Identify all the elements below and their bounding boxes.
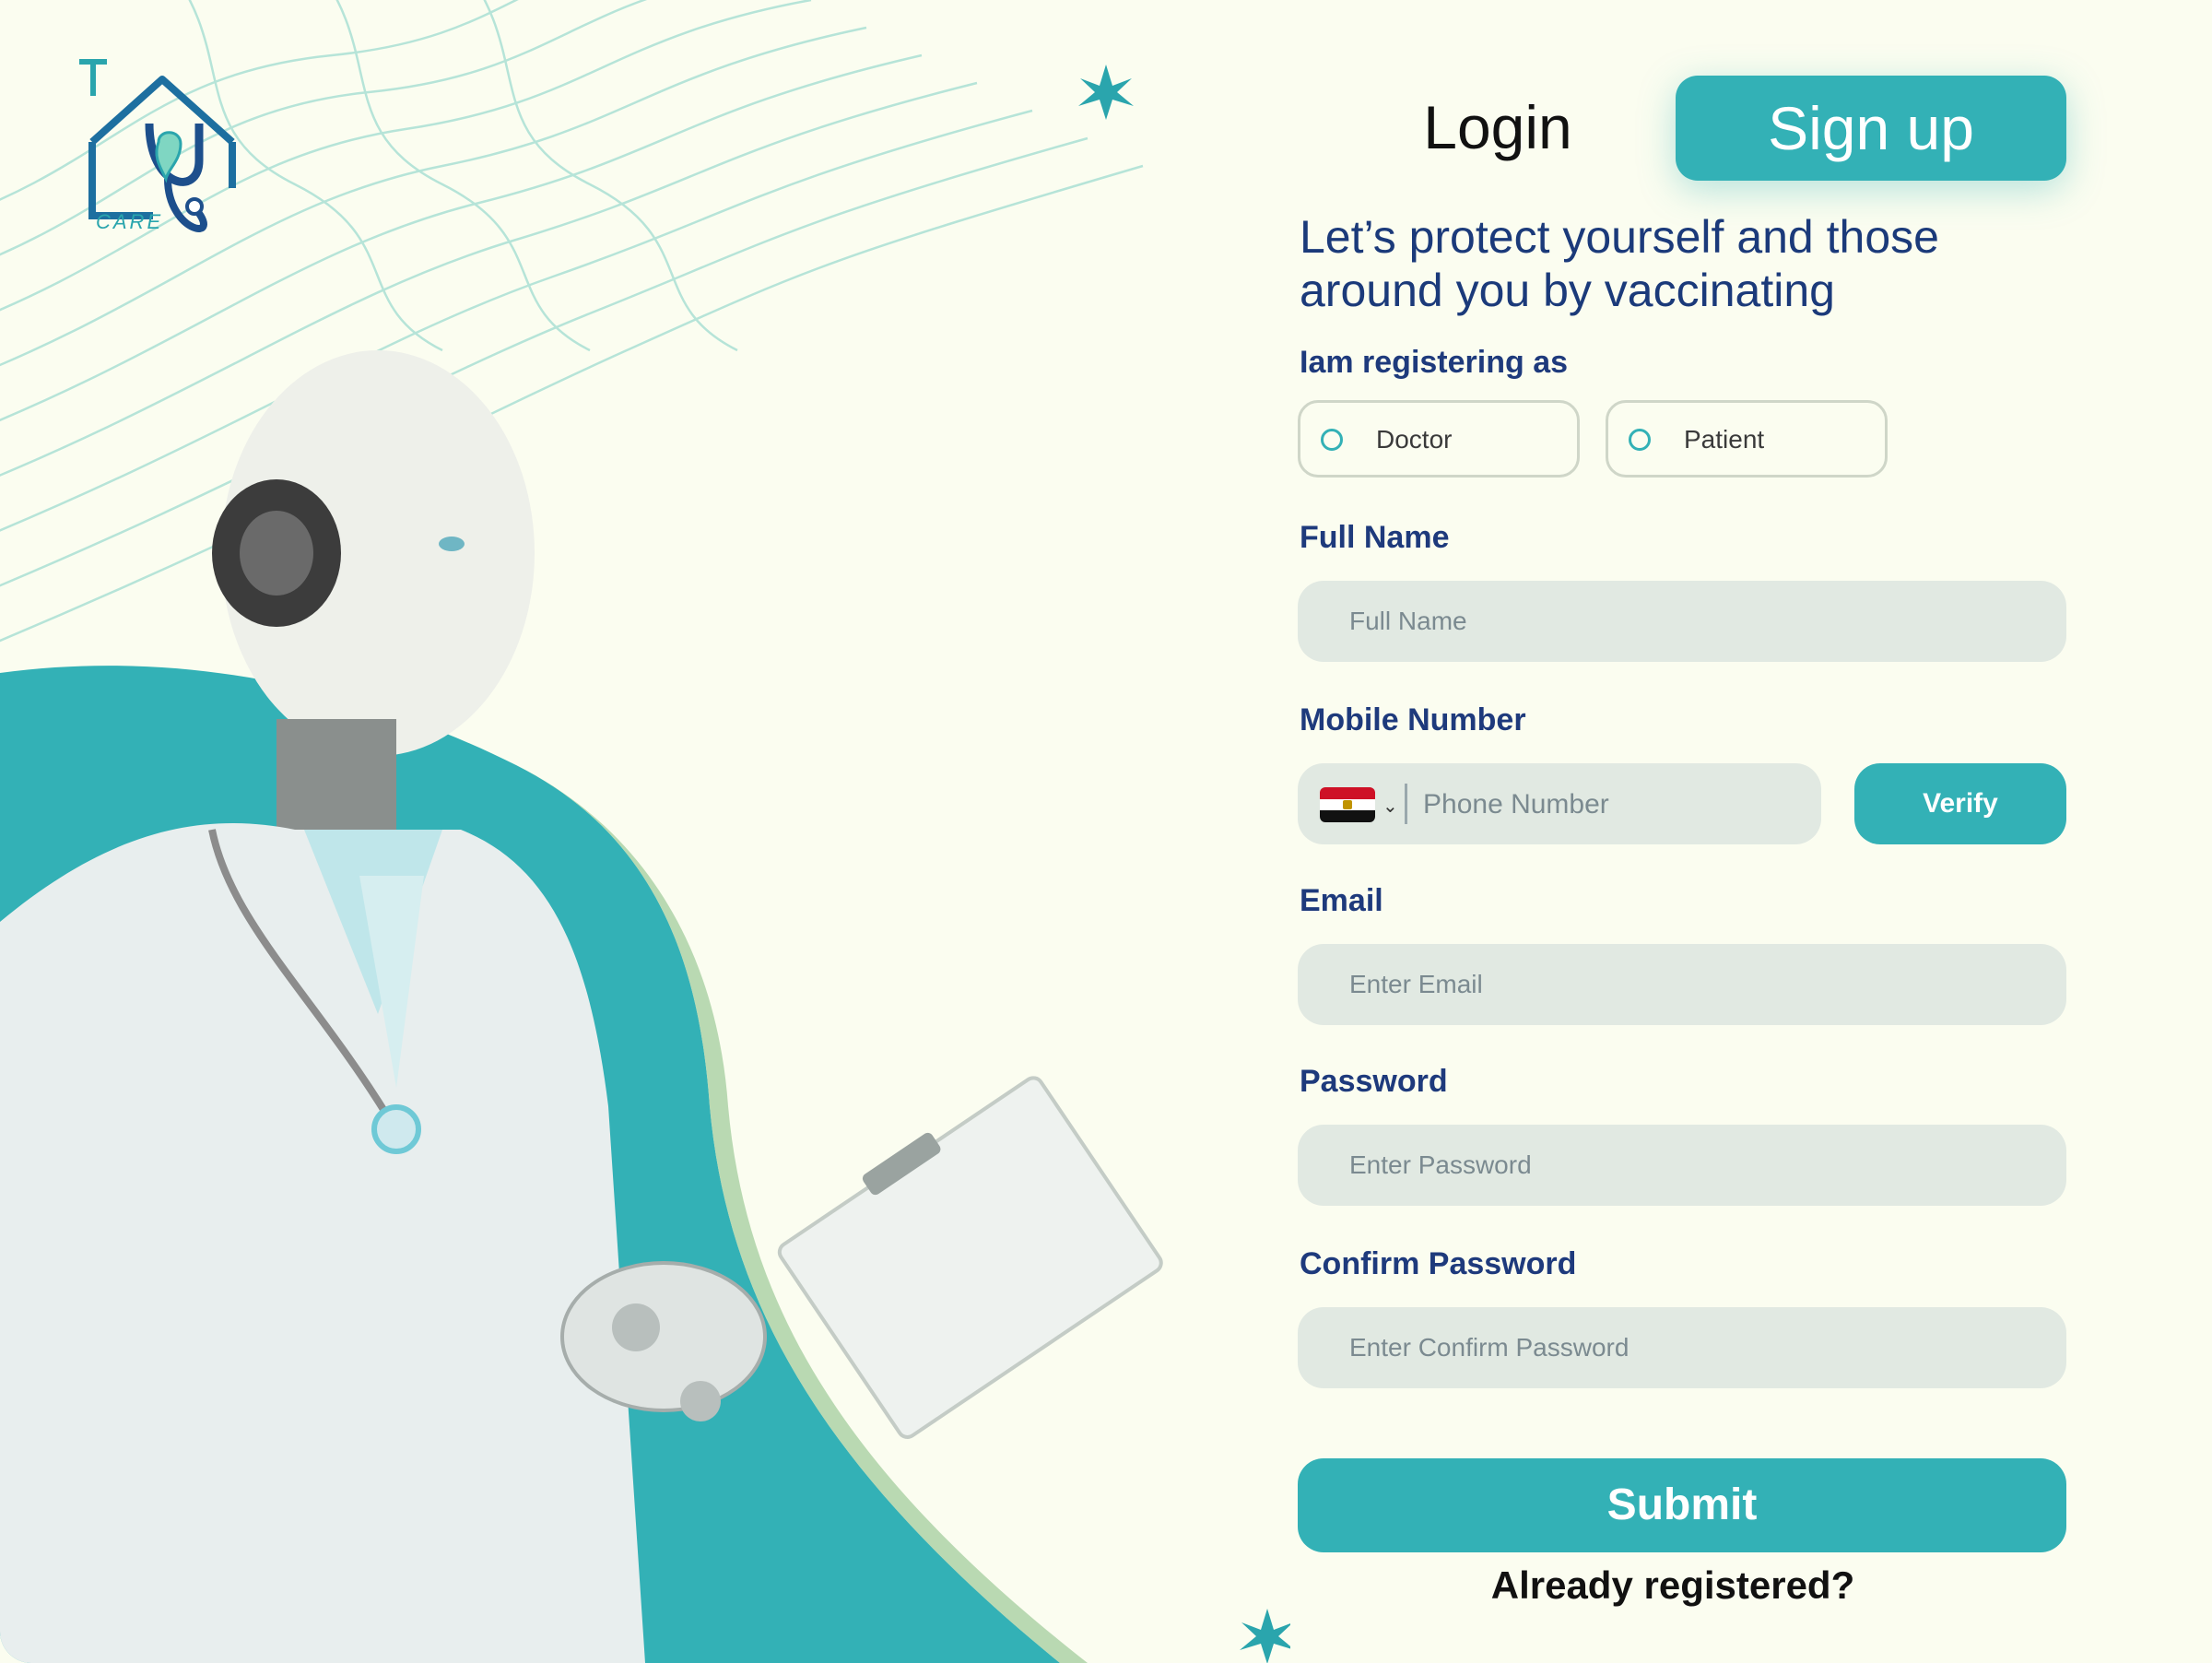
role-option-label: Doctor: [1376, 425, 1453, 454]
submit-button[interactable]: Submit: [1298, 1458, 2066, 1552]
email-input[interactable]: [1298, 944, 2066, 1025]
role-option-doctor[interactable]: Doctor: [1298, 400, 1580, 478]
password-label: Password: [1300, 1064, 1448, 1099]
chevron-down-icon[interactable]: ⌄: [1382, 795, 1398, 818]
tab-login[interactable]: Login: [1419, 90, 1576, 164]
radio-icon[interactable]: [1629, 429, 1651, 451]
phone-field[interactable]: ⌄: [1298, 763, 1821, 846]
confirm-password-input[interactable]: [1298, 1307, 2066, 1388]
tab-signup[interactable]: Sign up: [1676, 76, 2066, 181]
password-input[interactable]: [1298, 1125, 2066, 1206]
egypt-flag-icon[interactable]: [1320, 787, 1375, 822]
phone-input[interactable]: [1421, 763, 1812, 846]
logo-wordmark: CARE: [96, 210, 164, 233]
full-name-input[interactable]: [1298, 581, 2066, 662]
already-registered-link[interactable]: Already registered?: [1419, 1563, 1926, 1608]
divider: [1405, 784, 1407, 824]
page-headline: Let’s protect yourself and those around …: [1300, 211, 1939, 316]
confirm-password-label: Confirm Password: [1300, 1246, 1577, 1281]
verify-button[interactable]: Verify: [1854, 763, 2066, 844]
full-name-label: Full Name: [1300, 520, 1450, 555]
role-label: Iam registering as: [1300, 345, 1569, 380]
signup-page: CARE Login Sign up Let’s protect yoursel…: [0, 0, 2212, 1663]
role-option-patient[interactable]: Patient: [1606, 400, 1888, 478]
mobile-label: Mobile Number: [1300, 702, 1526, 737]
hero-illustration: [0, 0, 1290, 1663]
email-label: Email: [1300, 883, 1383, 918]
role-option-label: Patient: [1684, 425, 1765, 454]
radio-icon[interactable]: [1321, 429, 1343, 451]
